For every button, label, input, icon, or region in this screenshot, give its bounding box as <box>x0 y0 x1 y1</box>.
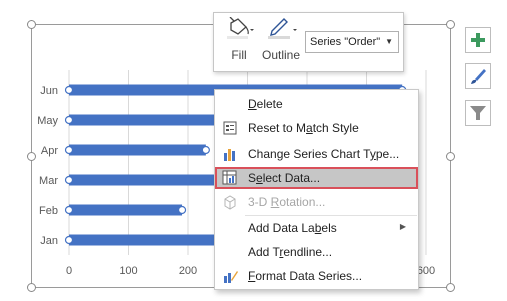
bar <box>69 204 183 216</box>
x-tick-label: 600 <box>417 265 435 277</box>
chart-styles-button[interactable] <box>465 63 491 89</box>
outline-label: Outline <box>261 48 301 62</box>
context-menu: Delete Reset to Match Style Change Serie… <box>214 89 419 290</box>
resize-handle-top-right[interactable] <box>446 20 455 29</box>
x-tick-label: 200 <box>179 265 197 277</box>
menu-item-add-trendline[interactable]: Add Trendline... <box>215 241 418 263</box>
pen-icon <box>268 18 297 39</box>
menu-item-format-data-series[interactable]: Format Data Series... <box>215 265 418 287</box>
resize-handle-mid-right[interactable] <box>446 152 455 161</box>
menu-item-select-data[interactable]: Select Data... <box>215 167 418 189</box>
bar-selection-handle <box>64 175 74 185</box>
bar-selection-handle <box>64 115 74 125</box>
y-tick-label: Jan <box>40 235 58 247</box>
series-dropdown[interactable]: Series "Order" ▼ <box>305 31 399 53</box>
plus-icon <box>471 33 485 47</box>
bar-selection-handle <box>201 145 210 155</box>
bar-selection-handle <box>64 235 74 245</box>
y-tick-label: Mar <box>39 175 58 187</box>
chart-filters-button[interactable] <box>465 100 491 126</box>
menu-item-change-chart-type[interactable]: Change Series Chart Type... <box>215 143 418 165</box>
fill-label: Fill <box>231 48 247 62</box>
menu-item-delete[interactable]: Delete <box>215 93 418 115</box>
bar-selection-handle <box>64 205 74 215</box>
menu-separator <box>245 215 417 216</box>
mini-toolbar: Fill Outline Series "Order" ▼ <box>213 12 404 72</box>
filter-icon <box>470 106 486 120</box>
brush-icon <box>471 69 486 84</box>
chart-type-icon <box>224 149 235 161</box>
menu-item-add-data-labels[interactable]: Add Data Labels ▶ <box>215 217 418 239</box>
reset-style-icon <box>223 121 237 135</box>
y-tick-label: Jun <box>40 85 58 97</box>
y-tick-label: Feb <box>39 205 58 217</box>
fill-button[interactable]: Fill <box>222 16 256 62</box>
menu-item-3d-rotation[interactable]: 3-D Rotation... <box>215 191 418 213</box>
excel-chart-area: 0 100 200 600 Jan Feb Mar Apr May Jun Fill Outlin… <box>0 0 507 301</box>
select-data-icon <box>222 170 237 185</box>
chart-elements-button[interactable] <box>465 27 491 53</box>
cube-icon <box>224 195 236 210</box>
y-tick-label: Apr <box>41 145 58 157</box>
outline-button[interactable]: Outline <box>260 17 302 62</box>
bar-selection-handle <box>64 145 74 155</box>
chevron-right-icon: ▶ <box>399 222 406 231</box>
bar <box>69 144 206 156</box>
menu-item-reset-style[interactable]: Reset to Match Style <box>215 117 418 139</box>
x-tick-label: 0 <box>66 265 72 277</box>
resize-handle-mid-left[interactable] <box>27 152 36 161</box>
resize-handle-bottom-right[interactable] <box>446 283 455 292</box>
chevron-down-icon: ▼ <box>385 37 393 46</box>
series-dropdown-value: Series "Order" <box>310 36 381 48</box>
x-tick-label: 100 <box>119 265 137 277</box>
y-tick-label: May <box>37 115 58 127</box>
format-series-icon <box>224 271 238 283</box>
paint-bucket-icon <box>227 16 254 39</box>
resize-handle-top-left[interactable] <box>27 20 36 29</box>
bar-selection-handle <box>64 85 74 95</box>
bar-selection-handle <box>177 205 187 215</box>
resize-handle-bottom-left[interactable] <box>27 283 36 292</box>
